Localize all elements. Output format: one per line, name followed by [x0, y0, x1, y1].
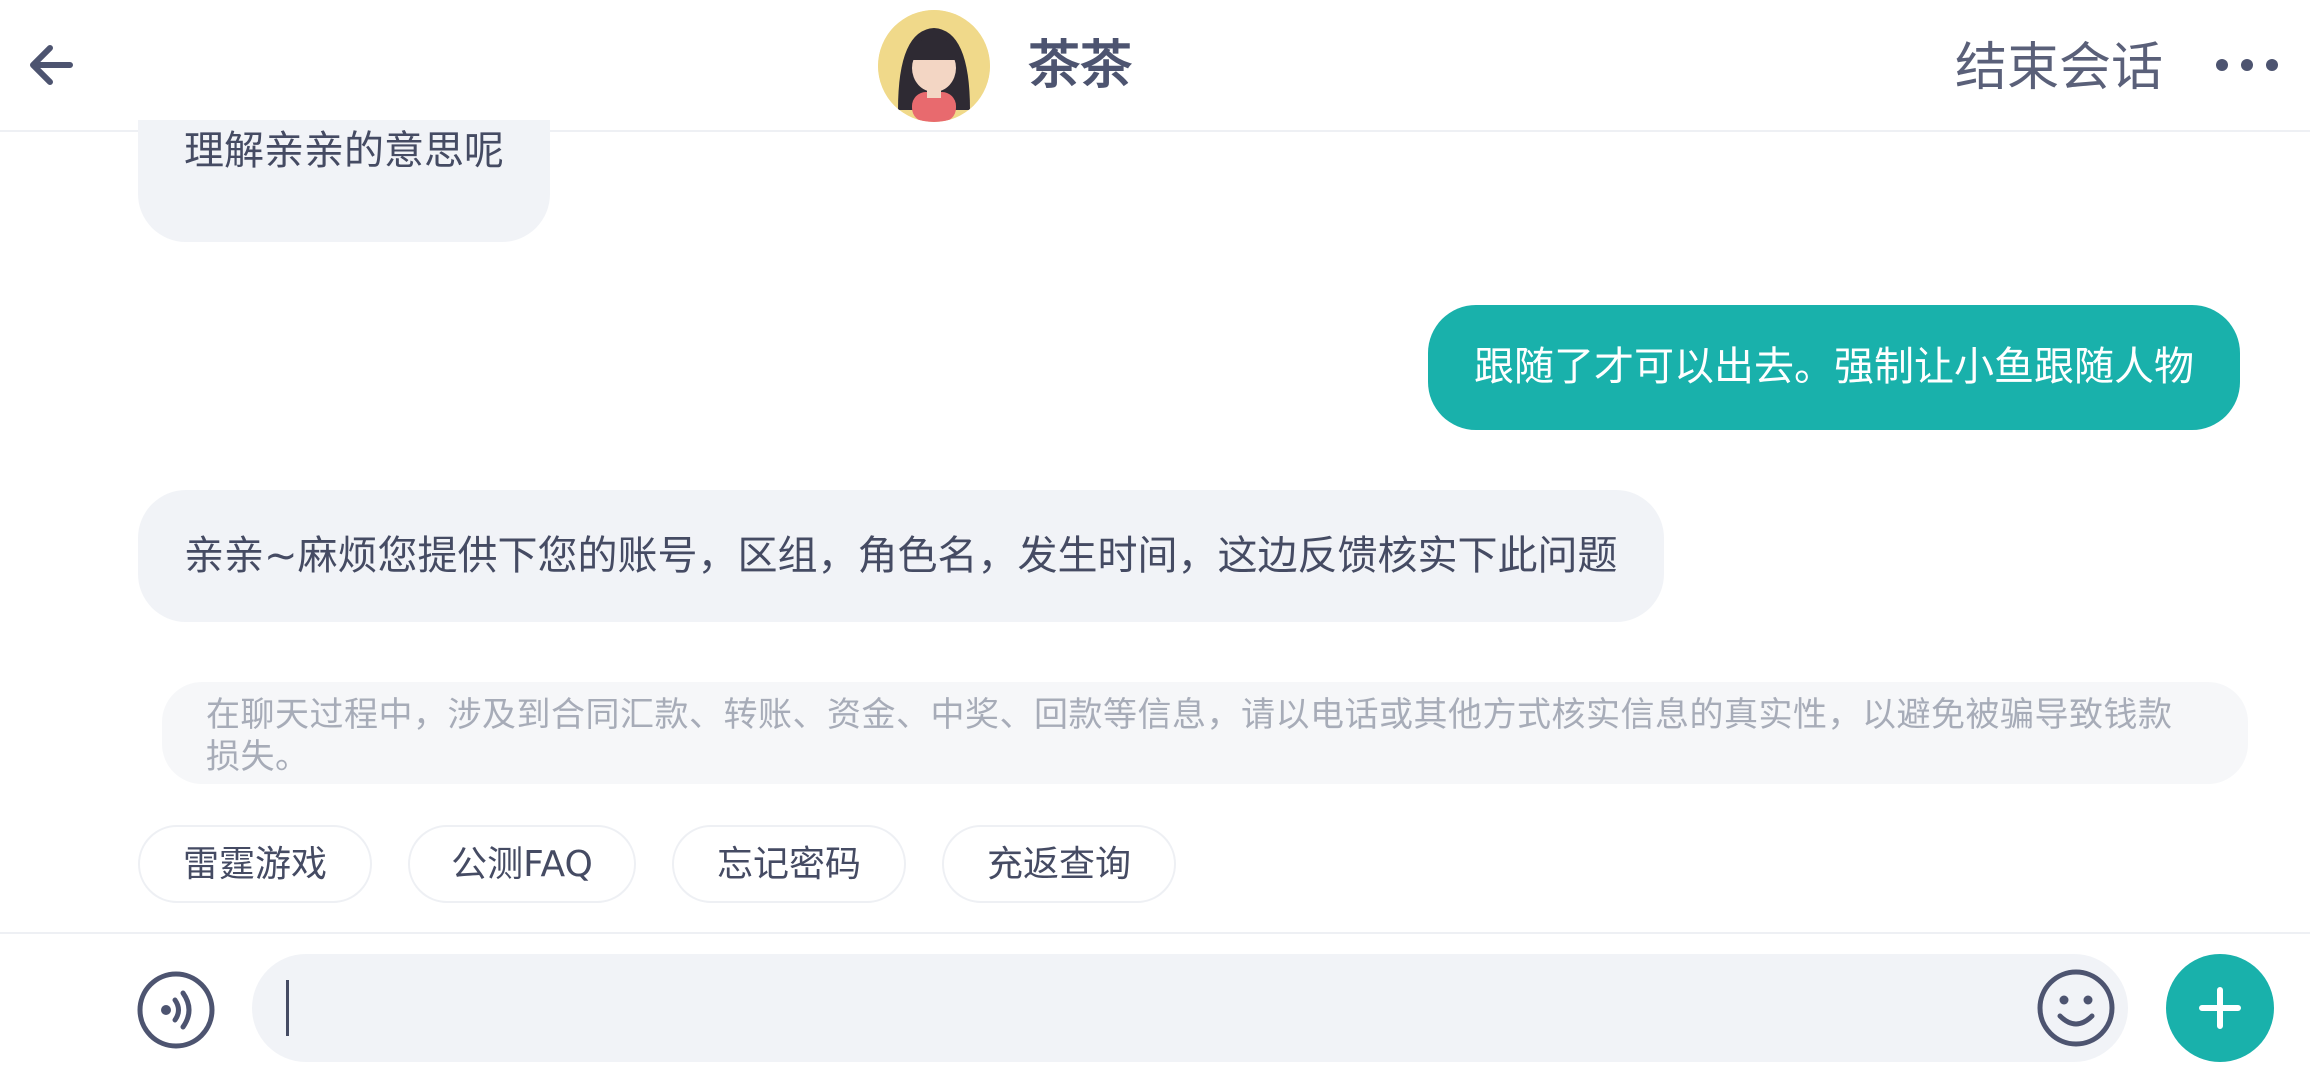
quick-reply-chip[interactable]: 公测FAQ — [408, 825, 636, 903]
arrow-left-icon — [30, 45, 73, 85]
emoji-button[interactable] — [2036, 968, 2116, 1048]
message-text: 跟随了才可以出去。强制让小鱼跟随人物 — [1474, 344, 2194, 390]
incoming-message: 理解亲亲的意思呢 — [138, 120, 550, 242]
plus-button[interactable] — [2166, 954, 2274, 1062]
more-button[interactable] — [2212, 48, 2282, 82]
voice-icon — [137, 971, 215, 1049]
quick-reply-chip[interactable]: 忘记密码 — [672, 825, 906, 903]
quick-reply-chip[interactable]: 雷霆游戏 — [138, 825, 372, 903]
quick-reply-chip[interactable]: 充返查询 — [942, 825, 1176, 903]
message-text: 理解亲亲的意思呢 — [184, 128, 504, 174]
outgoing-message: 跟随了才可以出去。强制让小鱼跟随人物 — [1428, 305, 2240, 430]
end-session-button[interactable]: 结束会话 — [1955, 36, 2163, 100]
notice-text: 在聊天过程中，涉及到合同汇款、转账、资金、中奖、回款等信息，请以电话或其他方式核… — [206, 695, 2173, 777]
voice-button[interactable] — [136, 970, 216, 1050]
more-horizontal-icon — [2216, 59, 2278, 71]
plus-icon — [2199, 987, 2241, 1029]
contact-name: 茶茶 — [1028, 36, 1133, 96]
incoming-message: 亲亲~麻烦您提供下您的账号，区组，角色名，发生时间，这边反馈核实下此问题 — [138, 490, 1664, 622]
input-bar — [0, 932, 2310, 1082]
message-input[interactable] — [252, 954, 2128, 1062]
security-notice: 在聊天过程中，涉及到合同汇款、转账、资金、中奖、回款等信息，请以电话或其他方式核… — [162, 682, 2248, 784]
emoji-icon — [2037, 969, 2115, 1047]
avatar[interactable] — [878, 10, 990, 122]
back-button[interactable] — [22, 35, 82, 95]
avatar-image — [878, 10, 990, 122]
message-text: 亲亲~麻烦您提供下您的账号，区组，角色名，发生时间，这边反馈核实下此问题 — [184, 533, 1618, 579]
text-caret — [286, 980, 289, 1036]
